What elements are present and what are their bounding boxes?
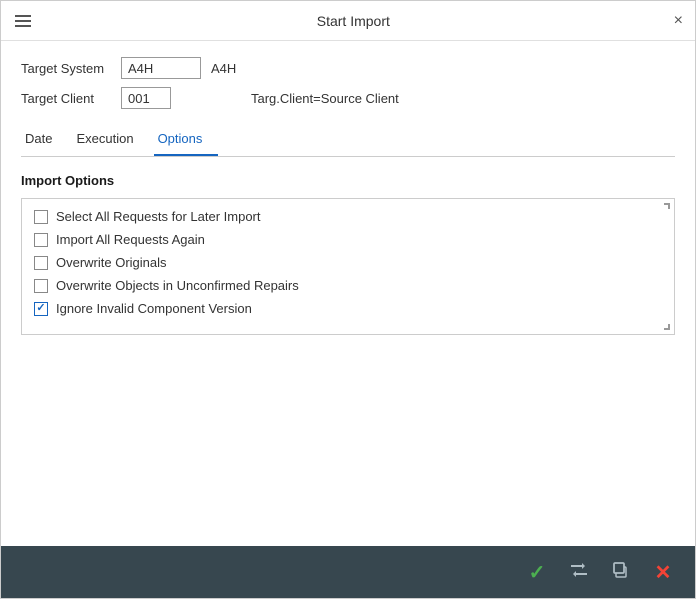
target-client-input[interactable] [121, 87, 171, 109]
menu-icon[interactable] [13, 13, 33, 29]
cancel-icon: ✕ [655, 560, 672, 585]
transfer-icon [569, 560, 589, 585]
transfer-button[interactable] [563, 556, 595, 588]
option-label-overwrite-objects: Overwrite Objects in Unconfirmed Repairs [56, 278, 299, 293]
title-bar: Start Import × [1, 1, 695, 41]
option-row-select-all: Select All Requests for Later Import [34, 209, 662, 224]
checkbox-import-all[interactable] [34, 233, 48, 247]
checkbox-overwrite-originals[interactable] [34, 256, 48, 270]
option-row-overwrite-originals: Overwrite Originals [34, 255, 662, 270]
tab-execution[interactable]: Execution [72, 125, 149, 156]
content-area: Target System A4H Target Client Targ.Cli… [1, 41, 695, 546]
checkbox-select-all[interactable] [34, 210, 48, 224]
dialog-title: Start Import [33, 13, 674, 29]
cancel-button[interactable]: ✕ [647, 556, 679, 588]
check-icon: ✓ [529, 560, 546, 585]
target-system-label: Target System [21, 61, 121, 76]
target-client-label: Target Client [21, 91, 121, 106]
checkbox-ignore-invalid[interactable] [34, 302, 48, 316]
target-client-row: Target Client Targ.Client=Source Client [21, 87, 675, 109]
option-label-select-all: Select All Requests for Later Import [56, 209, 260, 224]
import-options-title: Import Options [21, 173, 675, 188]
target-client-display: Targ.Client=Source Client [251, 91, 399, 106]
tab-options[interactable]: Options [154, 125, 219, 156]
close-icon[interactable]: × [674, 13, 683, 29]
footer-toolbar: ✓ ✕ [1, 546, 695, 598]
resize-handle-tr [664, 203, 670, 209]
option-row-ignore-invalid: Ignore Invalid Component Version [34, 301, 662, 316]
target-system-display: A4H [211, 61, 236, 76]
option-row-overwrite-objects: Overwrite Objects in Unconfirmed Repairs [34, 278, 662, 293]
tab-date[interactable]: Date [21, 125, 68, 156]
copy-icon [611, 560, 631, 585]
option-row-import-all: Import All Requests Again [34, 232, 662, 247]
import-options-box: Select All Requests for Later Import Imp… [21, 198, 675, 335]
option-label-import-all: Import All Requests Again [56, 232, 205, 247]
copy-button[interactable] [605, 556, 637, 588]
checkbox-overwrite-objects[interactable] [34, 279, 48, 293]
option-label-ignore-invalid: Ignore Invalid Component Version [56, 301, 252, 316]
tabs-bar: Date Execution Options [21, 125, 675, 157]
confirm-button[interactable]: ✓ [521, 556, 553, 588]
target-system-input[interactable] [121, 57, 201, 79]
target-system-row: Target System A4H [21, 57, 675, 79]
option-label-overwrite-originals: Overwrite Originals [56, 255, 167, 270]
resize-handle-br [664, 324, 670, 330]
